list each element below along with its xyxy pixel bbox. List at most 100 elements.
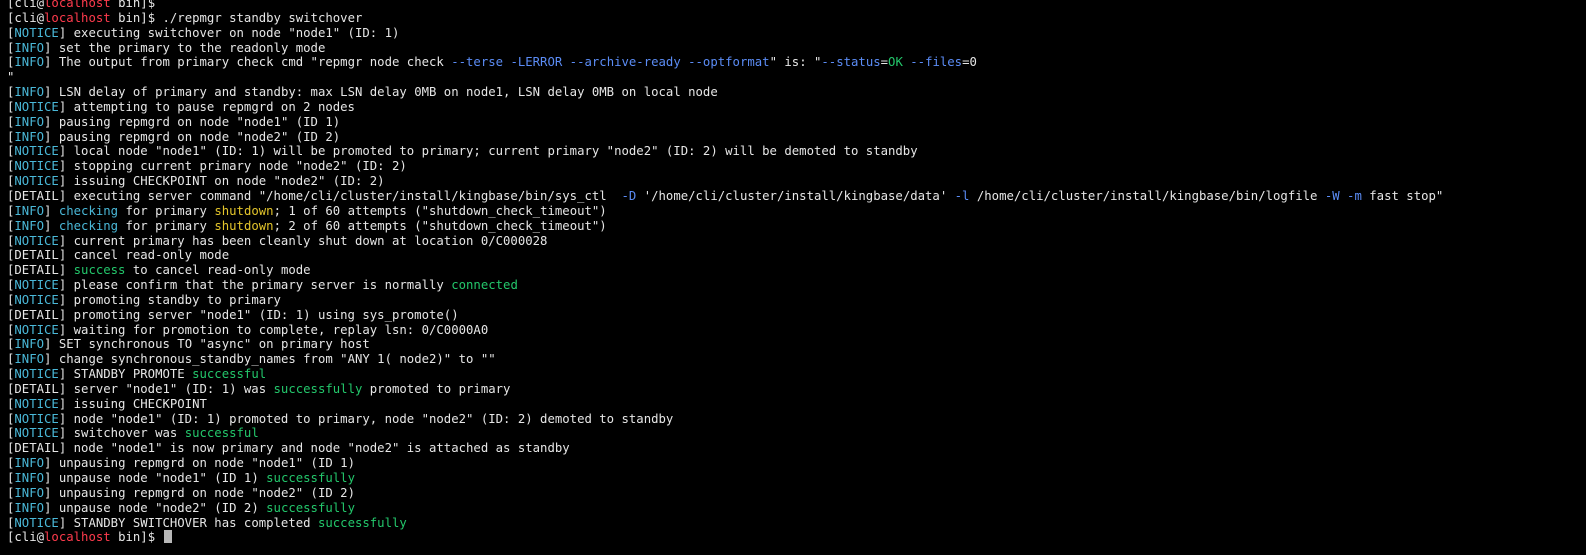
line-segment: INFO xyxy=(14,218,45,233)
line-segment: success xyxy=(73,263,126,278)
line-segment: '/home/cli/cluster/install/kingbase/data… xyxy=(636,188,955,203)
line-segment: successfully xyxy=(266,471,355,485)
terminal-line: [NOTICE] waiting for promotion to comple… xyxy=(7,323,1585,338)
terminal-line: [INFO] unpause node "node1" (ID 1) succe… xyxy=(7,471,1585,486)
line-segment: NOTICE xyxy=(14,159,59,174)
terminal-line: [INFO] checking for primary shutdown; 2 … xyxy=(7,219,1585,234)
line-segment: INFO xyxy=(14,456,45,471)
line-segment: ] issuing CHECKPOINT on node "node2" (ID… xyxy=(58,174,385,189)
terminal-line: [INFO] change synchronous_standby_names … xyxy=(7,352,1585,367)
line-segment: --terse -LERROR --archive-ready --optfor… xyxy=(451,55,770,70)
line-segment: localhost xyxy=(44,530,111,545)
terminal-line: [cli@localhost bin]$ ./repmgr standby sw… xyxy=(7,11,1585,26)
line-segment: ] STANDBY PROMOTE xyxy=(58,367,193,382)
line-segment: checking xyxy=(58,218,119,233)
terminal-line: [DETAIL] server "node1" (ID: 1) was succ… xyxy=(7,382,1585,397)
line-segment: ] LSN delay of primary and standby: max … xyxy=(44,85,718,100)
line-segment: =0 xyxy=(962,55,977,70)
terminal-output: [cli@localhost bin]$ [cli@localhost bin]$… xyxy=(7,0,1585,545)
line-segment: NOTICE xyxy=(14,411,59,426)
line-segment: ; 1 of 60 attempts ("shutdown_check_time… xyxy=(273,203,607,218)
line-segment: -D xyxy=(621,188,637,203)
line-segment: NOTICE xyxy=(14,367,59,382)
terminal-line: [INFO] checking for primary shutdown; 1 … xyxy=(7,204,1585,219)
terminal-line: [NOTICE] STANDBY SWITCHOVER has complete… xyxy=(7,516,1585,531)
line-segment: ] node "node1" (ID: 1) promoted to prima… xyxy=(58,411,674,426)
terminal-line: [NOTICE] current primary has been cleanl… xyxy=(7,234,1585,249)
line-segment: INFO xyxy=(14,485,45,500)
terminal-line: [INFO] The output from primary check cmd… xyxy=(7,55,1585,70)
line-segment: [DETAIL] executing server command "/home… xyxy=(7,188,622,203)
line-segment: NOTICE xyxy=(14,174,59,189)
line-segment: [DETAIL] server "node1" (ID: 1) was xyxy=(7,381,274,396)
line-segment: --status xyxy=(821,55,881,70)
line-segment: OK xyxy=(888,55,903,70)
line-segment: ] pausing repmgrd on node "node1" (ID 1) xyxy=(44,114,341,129)
line-segment: successfully xyxy=(317,515,407,530)
terminal-line: [DETAIL] node "node1" is now primary and… xyxy=(7,441,1585,456)
line-segment: ] set the primary to the readonly mode xyxy=(44,40,326,55)
line-segment: shutdown xyxy=(214,218,274,233)
line-segment: ] xyxy=(44,218,59,233)
line-segment: NOTICE xyxy=(14,515,59,530)
line-segment: NOTICE xyxy=(14,292,59,307)
terminal-line: [INFO] LSN delay of primary and standby:… xyxy=(7,85,1585,100)
line-segment: ; 2 of 60 attempts ("shutdown_check_time… xyxy=(273,218,607,233)
terminal-line: [INFO] set the primary to the readonly m… xyxy=(7,41,1585,56)
line-segment: " xyxy=(7,70,15,85)
line-segment: NOTICE xyxy=(14,278,59,293)
line-segment: to cancel read-only mode xyxy=(125,263,311,278)
line-segment: /home/cli/cluster/install/kingbase/bin/l… xyxy=(969,188,1325,203)
line-segment: shutdown xyxy=(214,203,274,218)
line-segment: [DETAIL] promoting server "node1" (ID: 1… xyxy=(7,307,459,322)
line-segment: ] switchover was xyxy=(58,426,185,441)
line-segment: successful xyxy=(184,426,259,441)
line-segment: ] unpausing repmgrd on node "node2" (ID … xyxy=(44,485,355,500)
line-segment: ] unpause node "node1" (ID 1) xyxy=(44,471,267,485)
terminal-line: [NOTICE] executing switchover on node "n… xyxy=(7,26,1585,41)
line-segment: NOTICE xyxy=(14,144,59,159)
line-segment: [cli@ xyxy=(7,10,45,25)
line-segment: ] local node "node1" (ID: 1) will be pro… xyxy=(58,144,918,159)
line-segment: for primary xyxy=(118,218,215,233)
line-segment: [cli@ xyxy=(7,0,45,10)
line-segment: INFO xyxy=(14,114,45,129)
terminal-window[interactable]: [cli@localhost bin]$ [cli@localhost bin]$… xyxy=(0,0,1586,555)
terminal-line: [NOTICE] local node "node1" (ID: 1) will… xyxy=(7,144,1585,159)
prompt-line: [cli@localhost bin]$ xyxy=(7,530,1585,545)
line-segment: ] please confirm that the primary server… xyxy=(58,278,452,293)
terminal-line: " xyxy=(7,70,1585,85)
line-segment: ] unpausing repmgrd on node "node1" (ID … xyxy=(44,456,355,471)
text-cursor xyxy=(163,530,172,544)
line-segment: INFO xyxy=(14,129,45,144)
line-segment: ] change synchronous_standby_names from … xyxy=(44,352,496,367)
line-segment: ] SET synchronous TO "async" on primary … xyxy=(44,337,370,352)
terminal-line: [NOTICE] please confirm that the primary… xyxy=(7,278,1585,293)
line-segment: for primary xyxy=(118,203,215,218)
line-segment: " is: " xyxy=(769,55,822,70)
line-segment: localhost xyxy=(44,0,111,10)
line-segment: successful xyxy=(192,367,267,382)
line-segment: ] STANDBY SWITCHOVER has completed xyxy=(58,515,318,530)
line-segment: INFO xyxy=(14,55,45,70)
terminal-line: [INFO] unpause node "node2" (ID 2) succe… xyxy=(7,501,1585,516)
line-segment: ] pausing repmgrd on node "node2" (ID 2) xyxy=(44,129,341,144)
terminal-line: [NOTICE] stopping current primary node "… xyxy=(7,159,1585,174)
line-segment: ] attempting to pause repmgrd on 2 nodes xyxy=(58,99,355,114)
line-segment: promoted to primary xyxy=(362,381,511,396)
line-segment: ] current primary has been cleanly shut … xyxy=(58,233,548,248)
terminal-line: [NOTICE] attempting to pause repmgrd on … xyxy=(7,100,1585,115)
terminal-line: [NOTICE] node "node1" (ID: 1) promoted t… xyxy=(7,412,1585,427)
line-segment: ] promoting standby to primary xyxy=(58,292,281,307)
line-segment: [cli@ xyxy=(7,530,45,545)
line-segment: localhost xyxy=(44,10,111,25)
line-segment: [DETAIL] xyxy=(7,263,74,278)
line-segment: fast stop" xyxy=(1361,188,1444,203)
line-segment: [DETAIL] node "node1" is now primary and… xyxy=(7,441,570,456)
line-segment: checking xyxy=(58,203,119,218)
terminal-line: [DETAIL] executing server command "/home… xyxy=(7,189,1585,204)
terminal-line: [DETAIL] cancel read-only mode xyxy=(7,248,1585,263)
line-segment: INFO xyxy=(14,337,45,352)
terminal-line: [NOTICE] STANDBY PROMOTE successful xyxy=(7,367,1585,382)
terminal-line: [INFO] unpausing repmgrd on node "node1"… xyxy=(7,456,1585,471)
